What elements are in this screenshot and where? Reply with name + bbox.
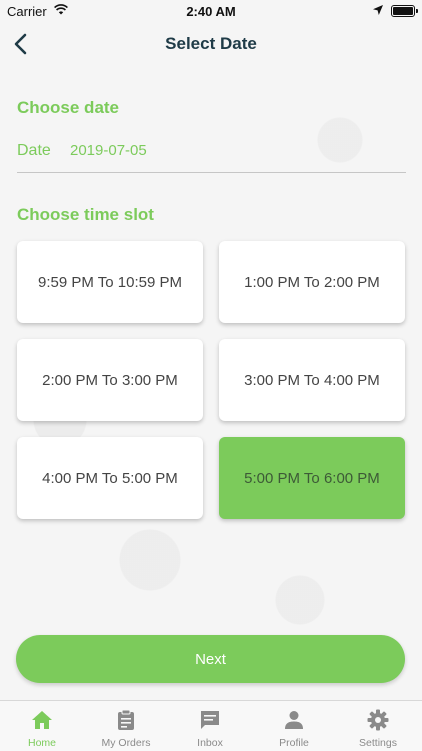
choose-date-heading: Choose date — [17, 98, 120, 117]
tab-my-orders[interactable]: My Orders — [84, 701, 168, 751]
choose-time-slot-heading: Choose time slot — [17, 205, 154, 224]
date-field-value[interactable]: 2019-07-05 — [70, 142, 147, 159]
time-slot-button-selected[interactable]: 5:00 PM To 6:00 PM — [219, 437, 405, 519]
tab-bar: Home My Orders Inbox Profile Settings — [0, 700, 422, 751]
tab-home-label: Home — [27, 737, 56, 749]
battery-icon — [391, 5, 418, 17]
tab-home[interactable]: Home — [0, 701, 84, 751]
tab-profile[interactable]: Profile — [252, 701, 336, 751]
next-button[interactable]: Next — [16, 635, 405, 683]
time-slot-button[interactable]: 9:59 PM To 10:59 PM — [17, 241, 203, 323]
time-slot-button[interactable]: 3:00 PM To 4:00 PM — [219, 339, 405, 421]
tab-settings[interactable]: Settings — [336, 701, 420, 751]
page-title: Select Date — [165, 34, 257, 53]
navigation-bar: Select Date — [0, 22, 422, 66]
tab-inbox-label: Inbox — [197, 737, 223, 749]
location-arrow-icon — [373, 5, 383, 15]
person-icon — [285, 711, 303, 729]
home-icon — [32, 711, 52, 729]
date-field-label: Date — [17, 142, 51, 159]
tab-profile-label: Profile — [279, 737, 309, 749]
tab-inbox[interactable]: Inbox — [168, 701, 252, 751]
time-slot-button[interactable]: 4:00 PM To 5:00 PM — [17, 437, 203, 519]
clock: 2:40 AM — [186, 4, 236, 19]
date-field[interactable]: Date 2019-07-05 — [17, 138, 406, 173]
tab-my-orders-label: My Orders — [101, 737, 151, 749]
time-slot-button[interactable]: 1:00 PM To 2:00 PM — [219, 241, 405, 323]
tab-settings-label: Settings — [359, 737, 397, 749]
status-bar: Carrier 2:40 AM — [0, 0, 422, 22]
message-icon — [201, 711, 219, 729]
gear-icon — [367, 709, 389, 731]
clipboard-icon — [118, 709, 134, 730]
time-slot-button[interactable]: 2:00 PM To 3:00 PM — [17, 339, 203, 421]
